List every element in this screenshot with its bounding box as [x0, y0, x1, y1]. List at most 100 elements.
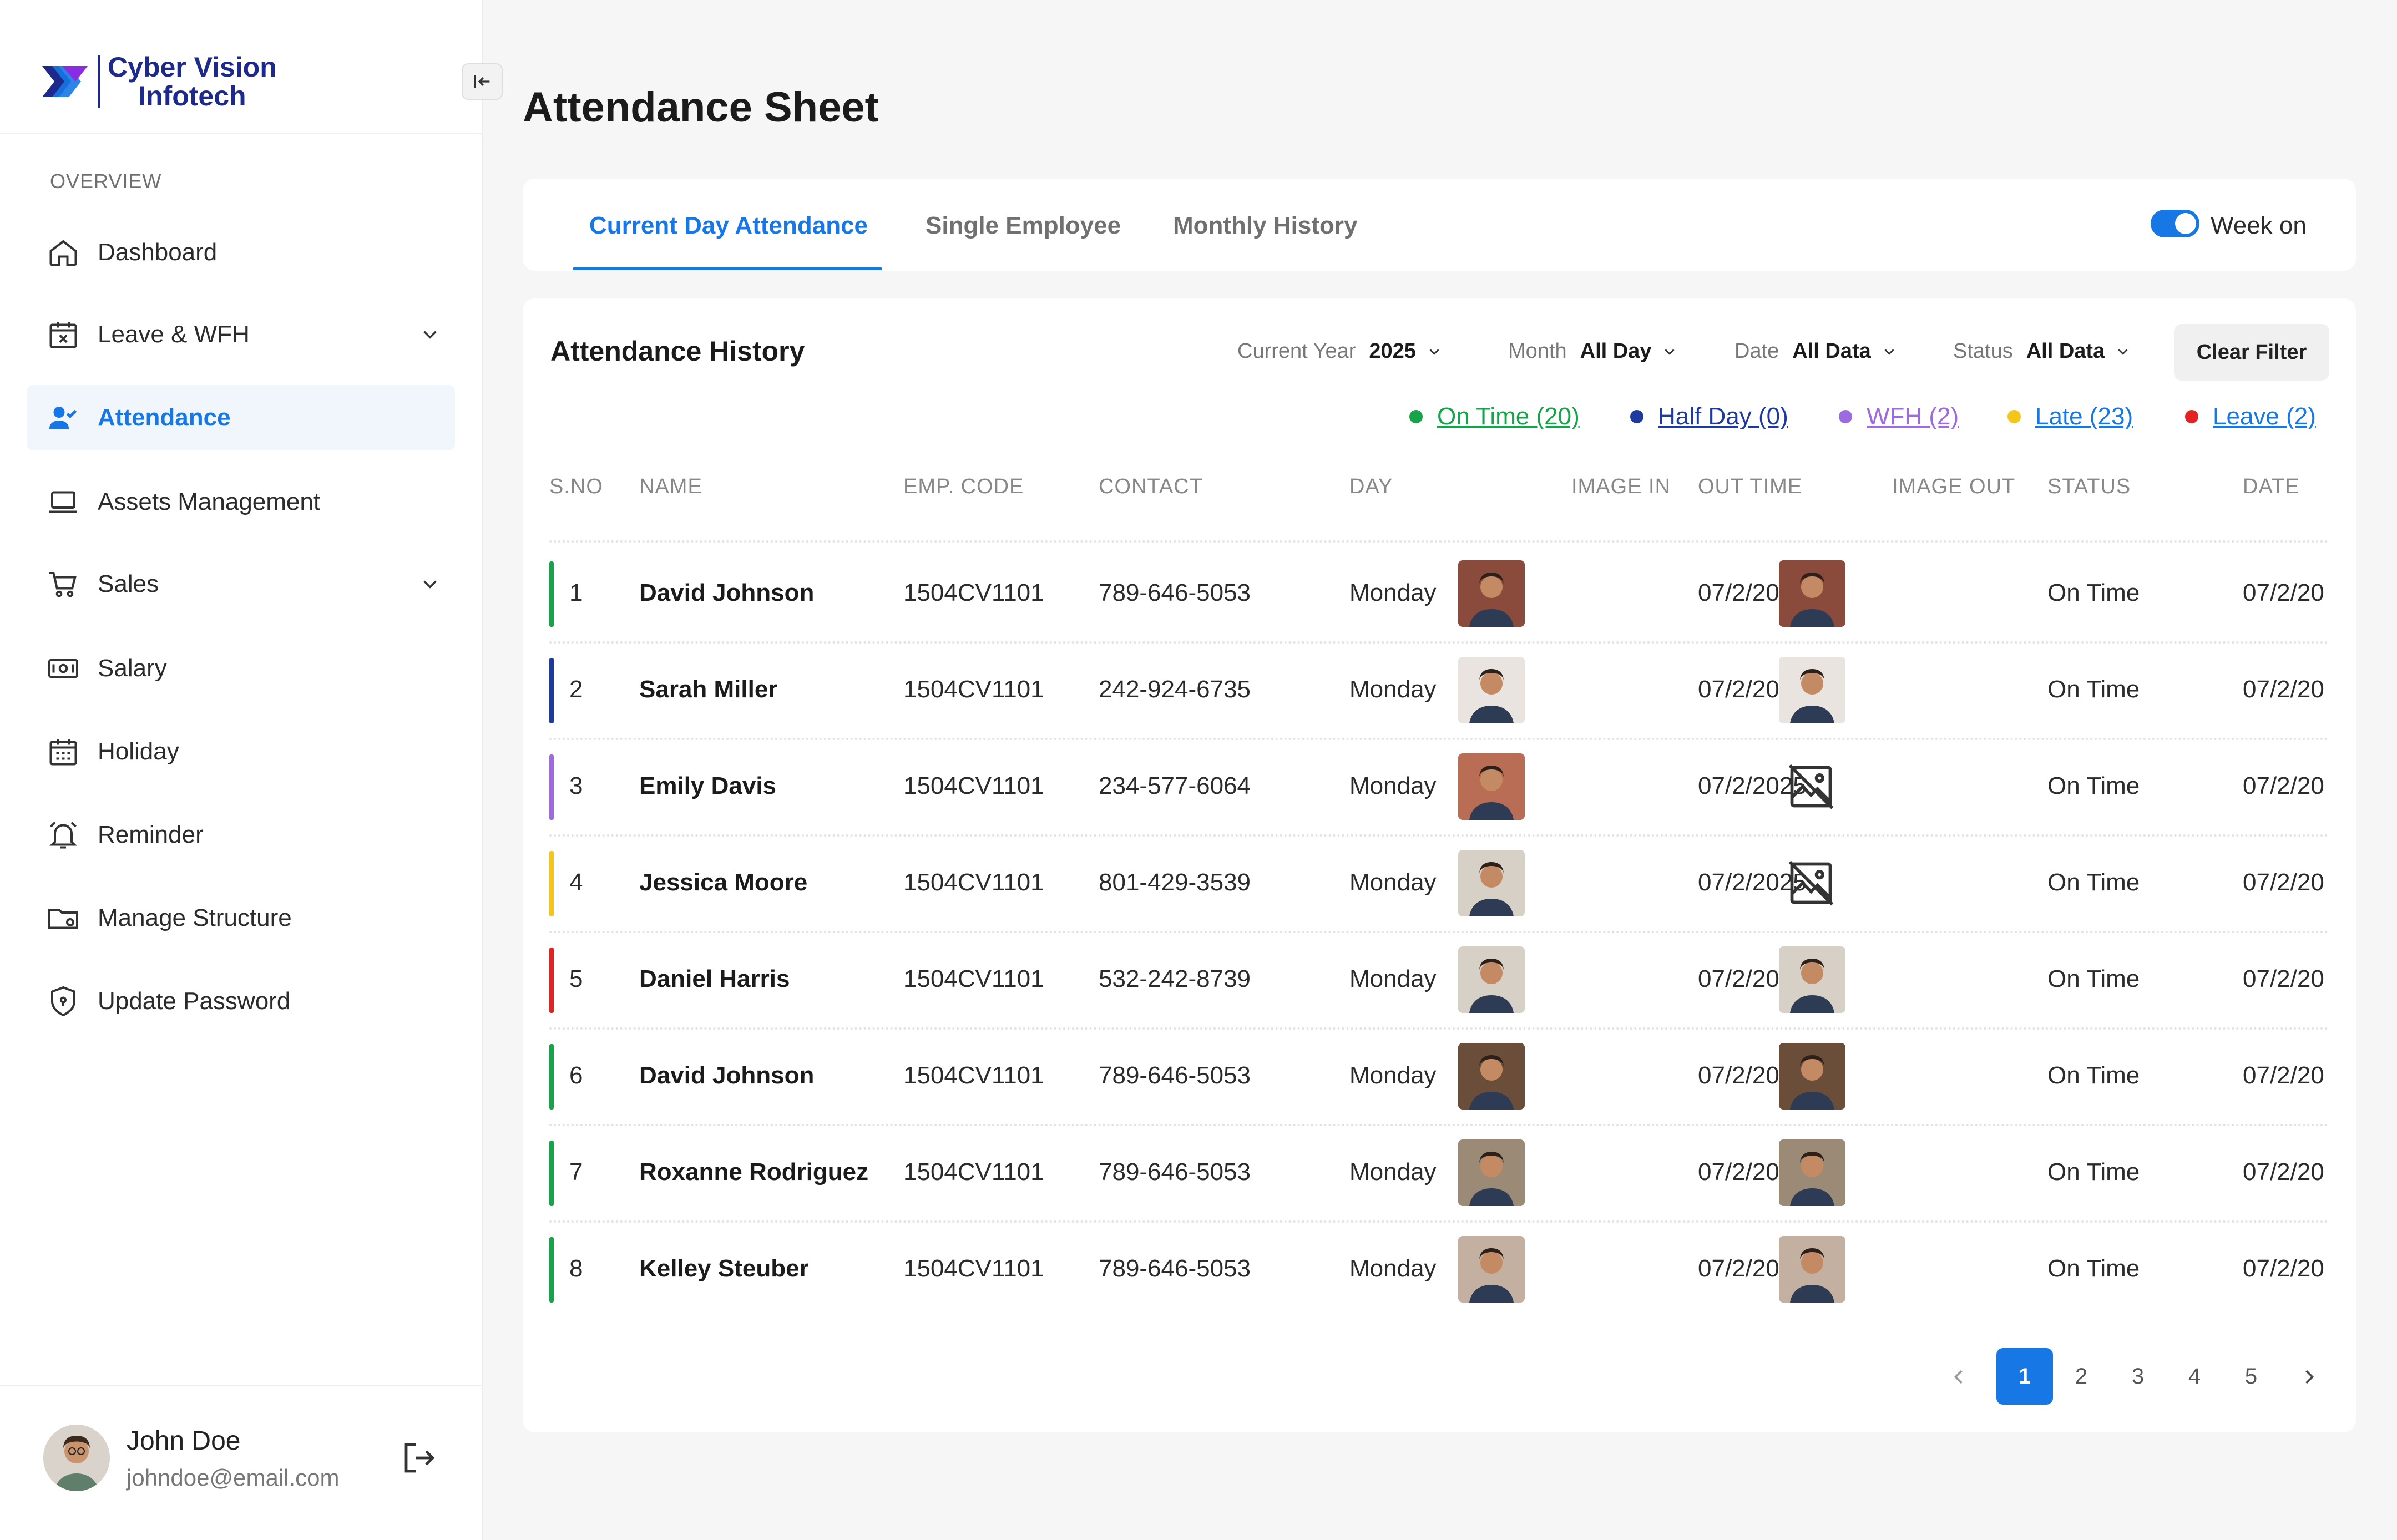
cell-date: 07/2/20: [2243, 772, 2324, 799]
legend-dot: [1409, 410, 1423, 423]
filter-month[interactable]: Month All Day: [1508, 340, 1678, 363]
cell-sno: 6: [569, 1062, 583, 1089]
image-in-photo[interactable]: [1458, 560, 1525, 627]
tab-current-day-attendance[interactable]: Current Day Attendance: [589, 212, 868, 240]
column-header-contact: CONTACT: [1099, 475, 1203, 498]
image-in-photo[interactable]: [1458, 946, 1525, 1013]
sidebar-item-assets-management[interactable]: Assets Management: [27, 469, 455, 535]
image-out-photo[interactable]: [1779, 657, 1845, 723]
cell-code: 1504CV1101: [903, 965, 1044, 992]
pagination-next-icon[interactable]: [2297, 1365, 2322, 1389]
legend-label: Late (23): [2035, 403, 2133, 430]
legend-on-time[interactable]: On Time (20): [1409, 403, 1580, 430]
sidebar-item-reminder[interactable]: Reminder: [27, 802, 455, 868]
filter-status[interactable]: Status All Data: [1953, 340, 2131, 363]
image-in-photo[interactable]: [1458, 1139, 1525, 1206]
legend-label: Leave (2): [2213, 403, 2316, 430]
filter-value: All Data: [1792, 340, 1871, 363]
logo-text: Cyber Vision Infotech: [108, 53, 277, 110]
image-out-photo[interactable]: [1779, 1236, 1845, 1303]
tabs-bar: Current Day Attendance Single Employee M…: [523, 179, 2356, 271]
image-out-photo[interactable]: [1779, 946, 1845, 1013]
image-in-photo[interactable]: [1458, 1043, 1525, 1110]
cell-name: Jessica Moore: [639, 869, 808, 896]
calendar-icon: [47, 735, 80, 768]
collapse-left-icon: [474, 75, 490, 88]
no-image-icon: [1786, 858, 1837, 909]
cell-name: Emily Davis: [639, 772, 777, 799]
table-row[interactable]: 1 David Johnson 1504CV1101 789-646-5053 Mond…: [549, 545, 2329, 641]
logout-icon[interactable]: [400, 1438, 439, 1478]
chevron-down-icon[interactable]: [418, 573, 442, 596]
table-row[interactable]: 5 Daniel Harris 1504CV1101 532-242-8739 Mond…: [549, 931, 2329, 1027]
legend-late[interactable]: Late (23): [2007, 403, 2133, 430]
status-color-bar: [549, 1237, 554, 1303]
cell-date: 07/2/20: [2243, 1062, 2324, 1089]
sidebar-item-update-password[interactable]: Update Password: [27, 969, 455, 1034]
image-out-photo[interactable]: [1779, 1043, 1845, 1110]
legend-leave[interactable]: Leave (2): [2185, 403, 2316, 430]
sidebar-item-salary[interactable]: Salary: [27, 636, 455, 701]
sidebar-item-label: Reminder: [98, 821, 204, 848]
sidebar-item-sales[interactable]: Sales: [27, 551, 455, 617]
pagination-prev-icon[interactable]: [1946, 1365, 1971, 1389]
table-row[interactable]: 4 Jessica Moore 1504CV1101 801-429-3539 Mond…: [549, 834, 2329, 931]
page-button-4[interactable]: 4: [2166, 1348, 2223, 1405]
sidebar-item-manage-structure[interactable]: Manage Structure: [27, 885, 455, 951]
column-header-day: DAY: [1349, 475, 1393, 498]
table-row[interactable]: 3 Emily Davis 1504CV1101 234-577-6064 Monday…: [549, 738, 2329, 834]
user-check-icon: [47, 401, 80, 434]
filter-value: 2025: [1369, 340, 1416, 363]
table-row[interactable]: 2 Sarah Miller 1504CV1101 242-924-6735 Monda…: [549, 641, 2329, 738]
sidebar-item-holiday[interactable]: Holiday: [27, 719, 455, 784]
week-on-label: Week on: [2211, 212, 2307, 239]
cell-contact: 789-646-5053: [1099, 1158, 1251, 1186]
clear-filter-button[interactable]: Clear Filter: [2174, 324, 2329, 381]
table-row[interactable]: 7 Roxanne Rodriguez 1504CV1101 789-646-5053…: [549, 1124, 2329, 1220]
week-on-toggle[interactable]: [2151, 210, 2199, 237]
sidebar-item-label: Leave & WFH: [98, 321, 250, 348]
page-button-5[interactable]: 5: [2223, 1348, 2279, 1405]
avatar[interactable]: [43, 1425, 110, 1491]
cell-sno: 4: [569, 869, 583, 896]
status-color-bar: [549, 948, 554, 1013]
cell-name: Roxanne Rodriguez: [639, 1158, 869, 1186]
cell-code: 1504CV1101: [903, 1062, 1044, 1089]
sidebar-item-dashboard[interactable]: Dashboard: [27, 220, 455, 285]
legend-wfh[interactable]: WFH (2): [1839, 403, 1959, 430]
cell-date: 07/2/20: [2243, 579, 2324, 606]
cell-status: On Time: [2047, 965, 2140, 992]
cell-sno: 5: [569, 965, 583, 992]
status-color-bar: [549, 658, 554, 723]
image-in-photo[interactable]: [1458, 1236, 1525, 1303]
table-row[interactable]: 6 David Johnson 1504CV1101 789-646-5053 Mond…: [549, 1027, 2329, 1124]
filter-date[interactable]: Date All Data: [1734, 340, 1898, 363]
company-logo[interactable]: Cyber Vision Infotech: [37, 51, 281, 112]
card-title: Attendance History: [550, 336, 805, 367]
image-in-photo[interactable]: [1458, 753, 1525, 820]
image-in-photo[interactable]: [1458, 657, 1525, 723]
table-row[interactable]: 8 Kelley Steuber 1504CV1101 789-646-5053 Mon…: [549, 1220, 2329, 1317]
legend-half-day[interactable]: Half Day (0): [1630, 403, 1788, 430]
image-out-photo[interactable]: [1779, 560, 1845, 627]
cell-status: On Time: [2047, 579, 2140, 606]
chevron-down-icon: [1429, 348, 1439, 355]
sidebar-item-label: Manage Structure: [98, 904, 292, 931]
page-button-2[interactable]: 2: [2053, 1348, 2110, 1405]
image-in-photo[interactable]: [1458, 850, 1525, 916]
page-button-3[interactable]: 3: [2110, 1348, 2166, 1405]
tab-single-employee[interactable]: Single Employee: [926, 212, 1121, 240]
cell-status: On Time: [2047, 1255, 2140, 1282]
sidebar-item-label: Assets Management: [98, 488, 321, 515]
filter-current-year[interactable]: Current Year 2025: [1237, 340, 1443, 363]
folder-gear-icon: [47, 901, 80, 935]
sidebar-item-leave-wfh[interactable]: Leave & WFH: [27, 302, 455, 367]
image-out-photo[interactable]: [1779, 1139, 1845, 1206]
tab-monthly-history[interactable]: Monthly History: [1173, 212, 1357, 240]
chevron-down-icon[interactable]: [418, 323, 442, 346]
cell-name: David Johnson: [639, 1062, 815, 1089]
page-button-1[interactable]: 1: [1996, 1348, 2053, 1405]
collapse-sidebar-button[interactable]: [462, 63, 503, 100]
sidebar-item-attendance[interactable]: Attendance: [27, 385, 455, 450]
legend-dot: [1839, 410, 1852, 423]
